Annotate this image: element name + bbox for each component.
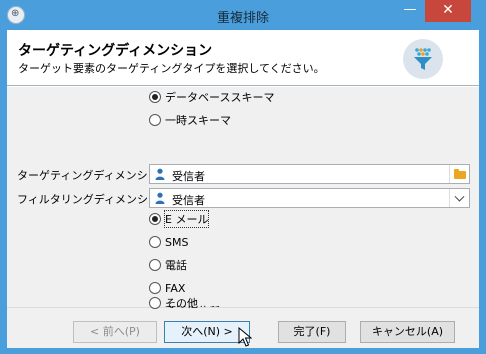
page-title: ターゲティングディメンション [18,43,213,59]
radio-button[interactable] [149,282,161,294]
radio-label: 電話 [165,259,187,272]
radio-button[interactable] [149,91,161,103]
page-subtitle: ターゲット要素のターゲティングタイプを選択してください。 [18,62,325,75]
radio-button[interactable] [149,297,161,309]
folder-icon[interactable] [449,165,469,183]
mouse-cursor-icon [238,327,252,347]
filtering-dimension-select[interactable]: 受信者 [149,188,470,208]
dialog-client: ターゲティングディメンション ターゲット要素のターゲティングタイプを選択してくだ… [7,30,479,348]
radio-button[interactable] [149,114,161,126]
radio-fax[interactable]: FAX [149,280,185,296]
title-bar[interactable]: ⊕ 重複排除 — ✕ [0,0,486,30]
dialog-window: ⊕ 重複排除 — ✕ ターゲティングディメンション ターゲット要素のターゲティン… [0,0,486,354]
radio-phone[interactable]: 電話 [149,257,187,273]
wizard-body: データベーススキーマ 一時スキーマ ターゲティングディメンション: 受信者 フィ… [7,87,479,318]
radio-temporary-schema[interactable]: 一時スキーマ [149,112,231,128]
radio-label: E メール [163,210,210,228]
radio-sms[interactable]: SMS [149,234,188,250]
radio-label: その他 [165,297,198,310]
close-button[interactable]: ✕ [425,0,471,22]
person-icon [154,192,166,204]
radio-button[interactable] [149,236,161,248]
radio-button[interactable] [149,259,161,271]
chevron-down-icon[interactable] [449,189,469,207]
radio-label: FAX [165,281,186,295]
targeting-dimension-value: 受信者 [172,170,205,183]
minimize-button[interactable]: — [397,0,423,22]
previous-button[interactable]: < 前へ(P) [73,321,157,343]
radio-button[interactable] [149,213,161,225]
radio-label: SMS [165,235,189,249]
radio-database-schema[interactable]: データベーススキーマ [149,89,274,105]
filtering-dimension-value: 受信者 [172,194,205,207]
radio-other[interactable]: その他 [149,295,198,311]
targeting-dimension-field[interactable]: 受信者 [149,164,470,184]
finish-button[interactable]: 完了(F) [278,321,346,343]
radio-label: 一時スキーマ [165,114,231,127]
funnel-icon [403,39,443,79]
person-icon [154,168,166,180]
radio-email[interactable]: E メール [149,210,210,228]
wizard-header: ターゲティングディメンション ターゲット要素のターゲティングタイプを選択してくだ… [7,30,479,86]
cancel-button[interactable]: キャンセル(A) [360,321,455,343]
radio-label: データベーススキーマ [165,91,275,104]
